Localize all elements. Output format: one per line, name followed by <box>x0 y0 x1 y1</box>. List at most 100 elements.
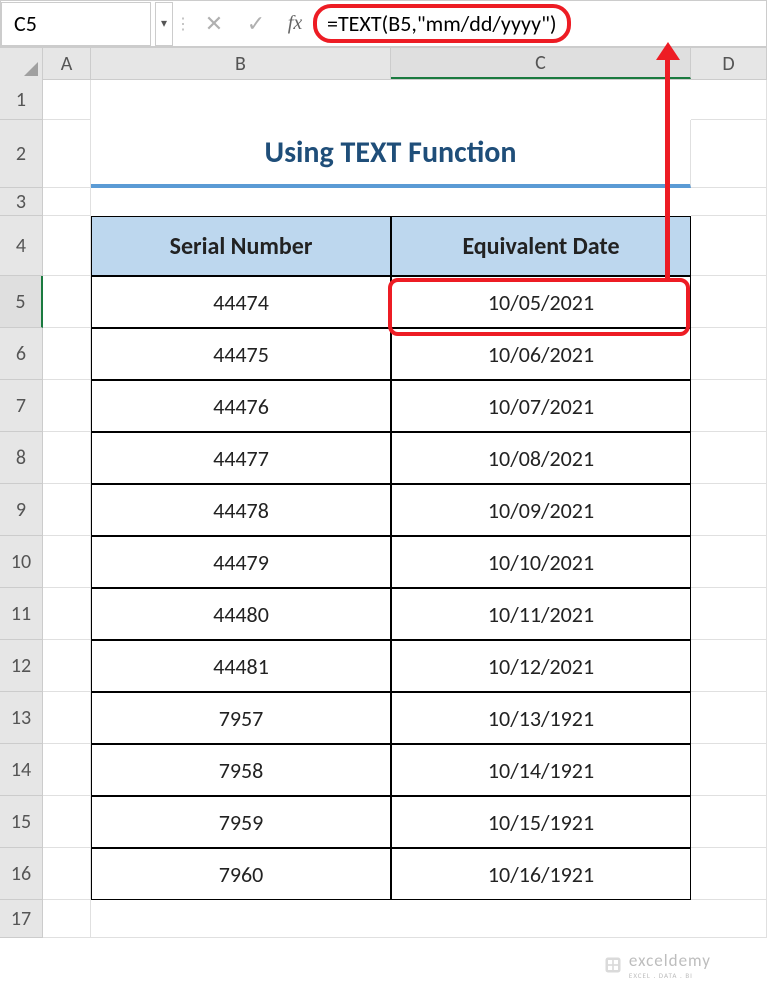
cell-A8[interactable] <box>43 432 91 484</box>
cell-B15[interactable]: 7959 <box>91 796 391 848</box>
row-header-3[interactable]: 3 <box>0 188 43 216</box>
row-header-2[interactable]: 2 <box>0 120 43 188</box>
cell-C8[interactable]: 10/08/2021 <box>391 432 691 484</box>
cell-A12[interactable] <box>43 640 91 692</box>
cell-A13[interactable] <box>43 692 91 744</box>
col-header-B[interactable]: B <box>91 48 391 79</box>
cell-C14[interactable]: 10/14/1921 <box>391 744 691 796</box>
cell-D5[interactable] <box>691 276 767 328</box>
cell-D16[interactable] <box>691 848 767 900</box>
cell-C13[interactable]: 10/13/1921 <box>391 692 691 744</box>
cell-A4[interactable] <box>43 216 91 276</box>
cell-B11[interactable]: 44480 <box>91 588 391 640</box>
cell-B1[interactable] <box>91 80 391 120</box>
formula-bar: C5 ▾ ⋮ ✕ ✓ fx =TEXT(B5,"mm/dd/yyyy") <box>0 0 767 48</box>
cell-A7[interactable] <box>43 380 91 432</box>
formula-input[interactable]: =TEXT(B5,"mm/dd/yyyy") <box>313 4 571 43</box>
cell-A15[interactable] <box>43 796 91 848</box>
row-header-16[interactable]: 16 <box>0 848 43 900</box>
cell-C17[interactable] <box>391 900 691 938</box>
row-header-4[interactable]: 4 <box>0 216 43 276</box>
cell-A2[interactable] <box>43 120 91 188</box>
row-header-13[interactable]: 13 <box>0 692 43 744</box>
cancel-icon[interactable]: ✕ <box>193 2 235 46</box>
cell-B16[interactable]: 7960 <box>91 848 391 900</box>
cell-C12[interactable]: 10/12/2021 <box>391 640 691 692</box>
cell-D12[interactable] <box>691 640 767 692</box>
cell-B8[interactable]: 44477 <box>91 432 391 484</box>
cell-B12[interactable]: 44481 <box>91 640 391 692</box>
cell-C1[interactable] <box>391 80 691 120</box>
cell-C11[interactable]: 10/11/2021 <box>391 588 691 640</box>
cell-D10[interactable] <box>691 536 767 588</box>
row-header-7[interactable]: 7 <box>0 380 43 432</box>
cell-C5[interactable]: 10/05/2021 <box>391 276 691 328</box>
fx-icon[interactable]: fx <box>277 2 313 46</box>
cell-B17[interactable] <box>91 900 391 938</box>
row-header-9[interactable]: 9 <box>0 484 43 536</box>
cell-B14[interactable]: 7958 <box>91 744 391 796</box>
row-header-11[interactable]: 11 <box>0 588 43 640</box>
cell-D15[interactable] <box>691 796 767 848</box>
row-16: 16 796010/16/1921 <box>0 848 767 900</box>
name-box[interactable]: C5 <box>1 2 151 46</box>
row-header-1[interactable]: 1 <box>0 80 43 120</box>
cell-A6[interactable] <box>43 328 91 380</box>
row-header-15[interactable]: 15 <box>0 796 43 848</box>
cell-C9[interactable]: 10/09/2021 <box>391 484 691 536</box>
cell-A16[interactable] <box>43 848 91 900</box>
cell-D7[interactable] <box>691 380 767 432</box>
cell-C15[interactable]: 10/15/1921 <box>391 796 691 848</box>
cell-A14[interactable] <box>43 744 91 796</box>
cell-D17[interactable] <box>691 900 767 938</box>
row-13: 13 795710/13/1921 <box>0 692 767 744</box>
cell-B13[interactable]: 7957 <box>91 692 391 744</box>
cell-A9[interactable] <box>43 484 91 536</box>
select-all-triangle[interactable] <box>0 48 43 80</box>
cell-D1[interactable] <box>691 80 767 120</box>
cell-B9[interactable]: 44478 <box>91 484 391 536</box>
cell-B10[interactable]: 44479 <box>91 536 391 588</box>
cell-D8[interactable] <box>691 432 767 484</box>
th-serial[interactable]: Serial Number <box>91 216 391 276</box>
cell-D14[interactable] <box>691 744 767 796</box>
row-header-8[interactable]: 8 <box>0 432 43 484</box>
row-header-10[interactable]: 10 <box>0 536 43 588</box>
cell-A5[interactable] <box>43 276 91 328</box>
cell-B5[interactable]: 44474 <box>91 276 391 328</box>
col-header-C[interactable]: C <box>391 48 691 79</box>
cell-D3[interactable] <box>691 188 767 216</box>
cell-C16[interactable]: 10/16/1921 <box>391 848 691 900</box>
row-header-17[interactable]: 17 <box>0 900 43 938</box>
cell-D9[interactable] <box>691 484 767 536</box>
row-header-12[interactable]: 12 <box>0 640 43 692</box>
cell-D4[interactable] <box>691 216 767 276</box>
cell-A11[interactable] <box>43 588 91 640</box>
col-header-A[interactable]: A <box>43 48 91 79</box>
row-header-5[interactable]: 5 <box>0 276 43 328</box>
cell-C6[interactable]: 10/06/2021 <box>391 328 691 380</box>
cell-A3[interactable] <box>43 188 91 216</box>
cell-B6[interactable]: 44475 <box>91 328 391 380</box>
col-header-D[interactable]: D <box>691 48 767 79</box>
enter-icon[interactable]: ✓ <box>235 2 277 46</box>
cell-C3[interactable] <box>391 188 691 216</box>
cell-C7[interactable]: 10/07/2021 <box>391 380 691 432</box>
row-10: 10 4447910/10/2021 <box>0 536 767 588</box>
cell-B3[interactable] <box>91 188 391 216</box>
cell-D6[interactable] <box>691 328 767 380</box>
cell-B7[interactable]: 44476 <box>91 380 391 432</box>
cell-D13[interactable] <box>691 692 767 744</box>
cell-A10[interactable] <box>43 536 91 588</box>
title-cell[interactable]: Using TEXT Function <box>91 120 691 188</box>
cell-D11[interactable] <box>691 588 767 640</box>
name-box-dropdown-icon[interactable]: ▾ <box>155 2 173 46</box>
row-header-14[interactable]: 14 <box>0 744 43 796</box>
cell-A1[interactable] <box>43 80 91 120</box>
th-date[interactable]: Equivalent Date <box>391 216 691 276</box>
row-2: 2 Using TEXT Function <box>0 120 767 188</box>
cell-C10[interactable]: 10/10/2021 <box>391 536 691 588</box>
cell-A17[interactable] <box>43 900 91 938</box>
row-header-6[interactable]: 6 <box>0 328 43 380</box>
cell-D2[interactable] <box>691 120 767 188</box>
